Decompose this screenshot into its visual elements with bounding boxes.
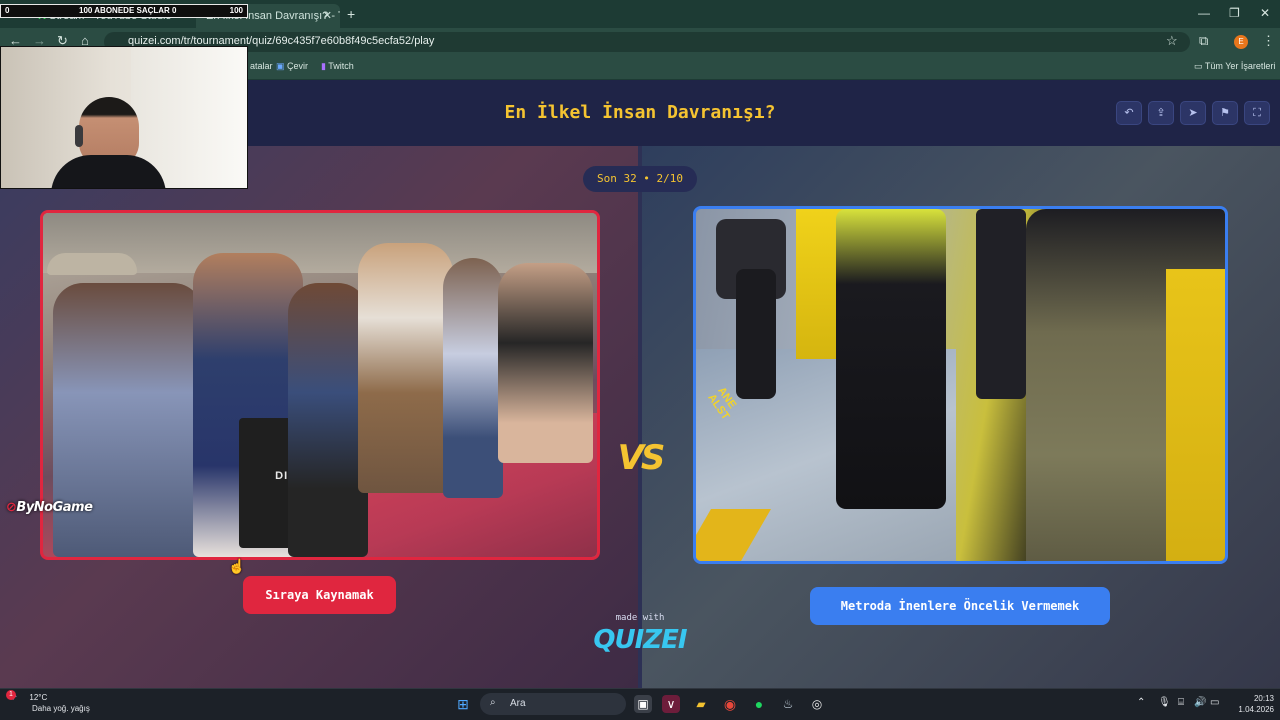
search-placeholder: Ara: [510, 698, 526, 709]
twitch-icon: ▮: [321, 61, 326, 71]
goal-text: 100 ABONEDE SAÇLAR 0: [79, 6, 177, 15]
file-explorer-icon[interactable]: ▰: [692, 695, 710, 713]
bookmark-label: Twitch: [328, 61, 354, 71]
minimize-icon[interactable]: —: [1198, 6, 1210, 20]
flag-icon: ⚑: [1220, 107, 1230, 119]
channel-watermark: ⊘ByNoGame: [6, 500, 93, 515]
taskbar-clock[interactable]: 20:13 1.04.2026: [1222, 693, 1274, 715]
folder-icon: ▭: [1194, 61, 1203, 71]
channel-logo-icon: ⊘: [6, 500, 17, 515]
left-choice-button[interactable]: Sıraya Kaynamak: [243, 576, 396, 614]
new-tab-icon[interactable]: +: [347, 6, 355, 22]
person-legs-left: [736, 269, 776, 399]
fullscreen-icon: ⛶: [1253, 107, 1261, 119]
tray-expand-icon[interactable]: ⌃: [1137, 697, 1145, 708]
weather-widget[interactable]: ☂ 1 12°C Daha yoğ. yağış: [6, 690, 90, 714]
fullscreen-button[interactable]: ⛶: [1244, 101, 1270, 125]
webcam-overlay: [0, 46, 248, 189]
weather-temp: 12°C: [29, 693, 48, 702]
volume-icon[interactable]: 🔊: [1194, 697, 1206, 708]
vs-icon: VS: [617, 438, 666, 478]
menu-kebab-icon[interactable]: ⋮: [1262, 33, 1275, 49]
clock-time: 20:13: [1253, 694, 1274, 703]
bookmark-twitch[interactable]: ▮ Twitch: [321, 61, 354, 72]
close-window-icon[interactable]: ✕: [1260, 6, 1270, 20]
watermark-text: ByNoGame: [16, 500, 93, 515]
undo-icon: ↶: [1124, 107, 1134, 119]
notification-badge: 1: [6, 690, 16, 700]
goal-right: 100: [229, 6, 243, 15]
extensions-icon[interactable]: ⧉: [1199, 33, 1208, 49]
left-option-image[interactable]: DIESEL: [40, 210, 600, 560]
right-choice-button[interactable]: Metroda İnenlere Öncelik Vermemek: [810, 587, 1110, 625]
headset-icon: [75, 125, 83, 147]
spotify-icon[interactable]: ●: [750, 695, 768, 713]
clock-date: 1.04.2026: [1238, 705, 1274, 714]
goal-left: 0: [5, 6, 10, 15]
all-bookmarks-label: Tüm Yer İşaretleri: [1204, 61, 1276, 71]
bookmark-partial[interactable]: atalar: [250, 61, 273, 71]
person-young-man: [288, 283, 368, 557]
obs-icon[interactable]: ◎: [808, 695, 826, 713]
close-tab-icon[interactable]: ✕: [323, 9, 332, 22]
round-indicator: Son 32 • 2/10: [583, 166, 697, 192]
profile-avatar[interactable]: E: [1234, 35, 1248, 49]
task-view-icon[interactable]: ▣: [634, 695, 652, 713]
mouse-cursor-icon: ☝: [228, 558, 246, 574]
center-divider: [638, 146, 642, 688]
bookmark-translate[interactable]: ▣ Çevir: [276, 61, 308, 72]
subscriber-goal-banner: 0 100 ABONEDE SAÇLAR 0 100: [0, 4, 248, 18]
network-icon[interactable]: ⌸: [1178, 697, 1184, 708]
address-bar[interactable]: quizei.com/tr/tournament/quiz/69c435f7e6…: [104, 32, 1190, 52]
person-hat: [53, 283, 203, 557]
send-icon: ➤: [1188, 107, 1198, 119]
report-button[interactable]: ⚑: [1212, 101, 1238, 125]
search-icon: ⌕: [490, 697, 496, 708]
person-cap: [443, 258, 503, 498]
share-icon: ⇪: [1156, 107, 1166, 119]
translate-icon: ▣: [276, 61, 285, 71]
chrome-icon[interactable]: ◉: [721, 695, 739, 713]
person-blonde: [358, 243, 453, 493]
microphone-icon[interactable]: 🎙: [1158, 697, 1171, 708]
queue-crowd: [498, 263, 593, 463]
right-option-image[interactable]: ANE ALST: [693, 206, 1228, 564]
quizei-logo[interactable]: QUIZEI: [592, 625, 688, 655]
person-inside: [976, 209, 1026, 399]
steam-icon[interactable]: ♨: [779, 695, 797, 713]
metro-door-right: [1166, 269, 1225, 561]
app-icon[interactable]: ∨: [662, 695, 680, 713]
share-button[interactable]: ⇪: [1148, 101, 1174, 125]
person-black-pants: [836, 209, 946, 509]
battery-icon[interactable]: ▭: [1210, 697, 1219, 708]
taskbar-search[interactable]: ⌕ Ara: [480, 693, 626, 715]
fedora-hat: [47, 253, 137, 275]
weather-desc: Daha yoğ. yağış: [32, 704, 90, 713]
bookmark-label: Çevir: [287, 61, 309, 71]
send-button[interactable]: ➤: [1180, 101, 1206, 125]
all-bookmarks[interactable]: ▭ Tüm Yer İşaretleri: [1194, 61, 1275, 72]
restore-icon[interactable]: ❐: [1229, 6, 1240, 20]
made-with-label: made with: [615, 613, 665, 623]
windows-start-icon[interactable]: ⊞: [454, 695, 472, 713]
bookmark-star-icon[interactable]: ☆: [1166, 33, 1178, 49]
undo-button[interactable]: ↶: [1116, 101, 1142, 125]
